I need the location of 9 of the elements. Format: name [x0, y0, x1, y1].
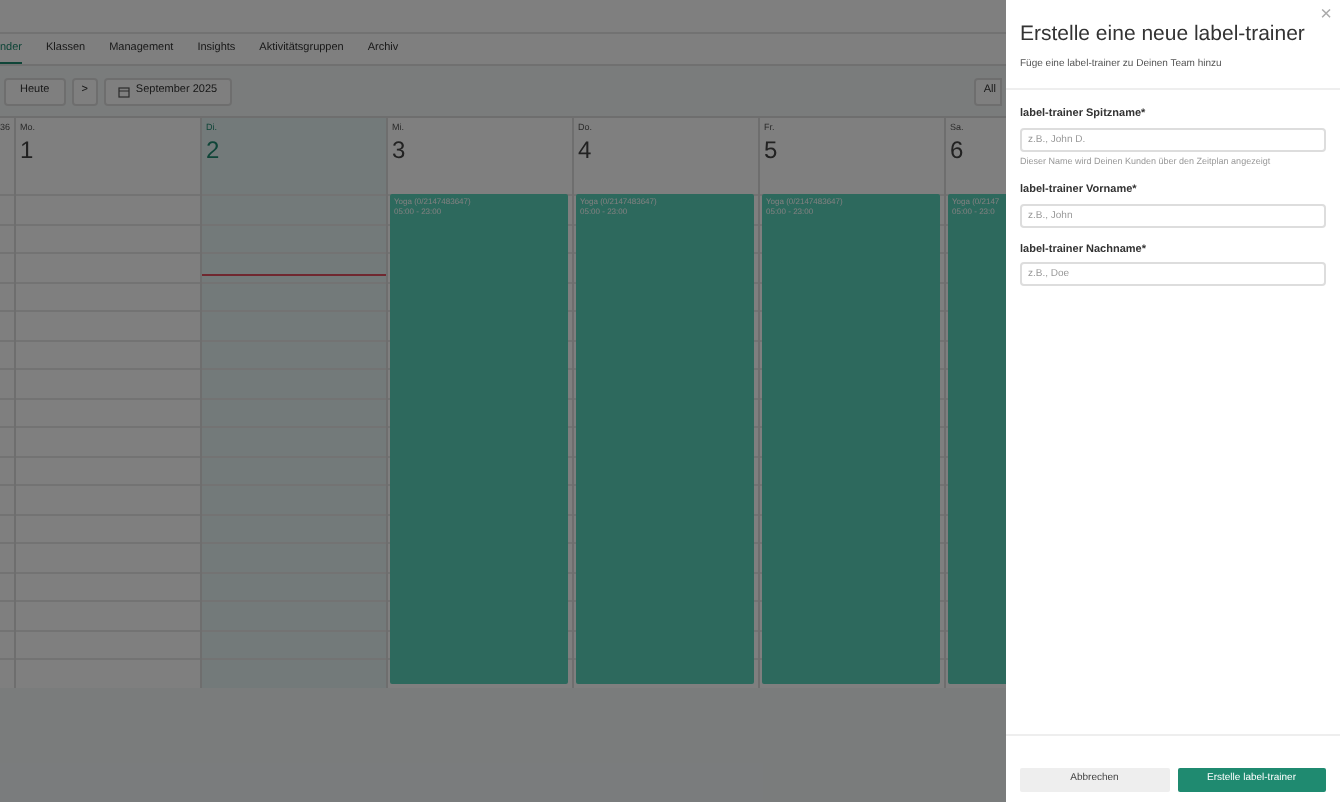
- day-number: 3: [392, 135, 406, 164]
- close-button[interactable]: ×: [1320, 6, 1332, 26]
- panel-title: Erstelle eine neue label-trainer: [1020, 20, 1307, 50]
- day-number: 4: [578, 135, 592, 164]
- calendar-icon: [117, 85, 130, 97]
- day-number: 6: [950, 135, 964, 164]
- day-number: 5: [764, 135, 778, 164]
- day-number: 1: [20, 135, 34, 164]
- day-number: 2: [206, 135, 220, 164]
